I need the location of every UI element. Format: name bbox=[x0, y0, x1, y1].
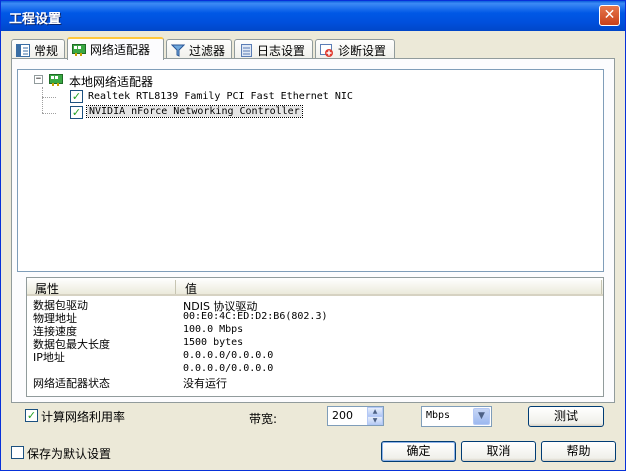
stepper-down-icon[interactable]: ▼ bbox=[367, 416, 383, 425]
test-button[interactable]: 测试 bbox=[528, 406, 604, 427]
bandwidth-unit-select[interactable]: Mbps ▼ bbox=[421, 406, 492, 427]
network-adapter-icon bbox=[49, 73, 65, 89]
general-icon bbox=[16, 44, 30, 57]
property-value-header[interactable]: 值 bbox=[185, 280, 197, 297]
tab-filter[interactable]: 过滤器 bbox=[166, 39, 232, 59]
save-default-label[interactable]: 保存为默认设置 bbox=[27, 445, 111, 462]
project-settings-dialog: 工程设置 ✕ 常规 网络适配器 过滤器 日志设置 诊断设置 − 本地网络适配器 … bbox=[0, 0, 626, 471]
property-value: 100.0 Mbps bbox=[183, 324, 244, 335]
property-name-header[interactable]: 属性 bbox=[35, 280, 59, 297]
diagnosis-icon bbox=[320, 44, 334, 57]
log-icon bbox=[239, 44, 253, 57]
tree-item[interactable]: ✓ Realtek RTL8139 Family PCI Fast Ethern… bbox=[70, 89, 490, 105]
property-name: IP地址 bbox=[33, 351, 65, 364]
tree-connector bbox=[42, 97, 56, 98]
column-separator[interactable] bbox=[175, 280, 176, 294]
property-value: 1500 bytes bbox=[183, 337, 244, 348]
adapter-label-selected: NVIDIA nForce Networking Controller bbox=[86, 105, 303, 118]
collapse-icon[interactable]: − bbox=[34, 75, 43, 84]
property-value: 0.0.0.0/0.0.0.0 bbox=[183, 363, 274, 374]
bandwidth-stepper[interactable]: 200 ▲ ▼ bbox=[327, 406, 384, 426]
filter-icon bbox=[170, 44, 186, 57]
properties-header: 属性 值 bbox=[27, 278, 603, 296]
calc-utilization-checkbox[interactable]: ✓ bbox=[25, 409, 38, 422]
tab-log-settings-label: 日志设置 bbox=[257, 44, 306, 58]
properties-list: 属性 值 数据包驱动 NDIS 协议驱动 物理地址 00:E0:4C:ED:D2… bbox=[26, 277, 604, 397]
save-default-checkbox[interactable] bbox=[11, 446, 24, 459]
property-value: 没有运行 bbox=[183, 377, 227, 390]
network-adapter-icon bbox=[72, 43, 86, 56]
tab-log-settings[interactable]: 日志设置 bbox=[234, 39, 313, 59]
tab-network-adapter[interactable]: 网络适配器 bbox=[67, 37, 164, 60]
tab-filter-label: 过滤器 bbox=[189, 44, 226, 58]
close-icon: ✕ bbox=[603, 7, 616, 23]
tree-connector bbox=[42, 87, 43, 113]
adapter-checkbox[interactable]: ✓ bbox=[70, 90, 83, 103]
adapter-label: Realtek RTL8139 Family PCI Fast Ethernet… bbox=[88, 91, 353, 102]
tree-root-label: 本地网络适配器 bbox=[69, 75, 154, 89]
tab-general-label: 常规 bbox=[34, 44, 59, 58]
tree-connector bbox=[42, 113, 56, 114]
tab-network-adapter-label: 网络适配器 bbox=[90, 43, 151, 57]
cancel-button[interactable]: 取消 bbox=[461, 441, 536, 462]
tab-general[interactable]: 常规 bbox=[11, 39, 65, 59]
bandwidth-value[interactable]: 200 bbox=[332, 409, 353, 422]
tab-diagnosis-settings[interactable]: 诊断设置 bbox=[315, 39, 395, 59]
property-value: 00:E0:4C:ED:D2:B6(802.3) bbox=[183, 311, 328, 322]
tab-diagnosis-settings-label: 诊断设置 bbox=[338, 44, 387, 58]
help-button[interactable]: 帮助 bbox=[541, 441, 616, 462]
property-name: 网络适配器状态 bbox=[33, 377, 110, 390]
adapter-tree[interactable]: − 本地网络适配器 ✓ Realtek RTL8139 Family PCI F… bbox=[17, 69, 604, 272]
adapter-checkbox[interactable]: ✓ bbox=[70, 106, 83, 119]
tree-item[interactable]: ✓ NVIDIA nForce Networking Controller bbox=[70, 105, 490, 121]
ok-button[interactable]: 确定 bbox=[381, 441, 456, 462]
calc-utilization-label[interactable]: 计算网络利用率 bbox=[41, 408, 125, 425]
title-bar: 工程设置 ✕ bbox=[1, 1, 625, 31]
column-separator bbox=[601, 280, 602, 294]
stepper-buttons: ▲ ▼ bbox=[367, 407, 383, 425]
property-value: 0.0.0.0/0.0.0.0 bbox=[183, 350, 274, 361]
close-button[interactable]: ✕ bbox=[599, 5, 620, 26]
bandwidth-label: 带宽: bbox=[249, 412, 278, 426]
chevron-down-icon[interactable]: ▼ bbox=[473, 408, 490, 425]
stepper-up-icon[interactable]: ▲ bbox=[367, 407, 383, 416]
window-title: 工程设置 bbox=[9, 12, 62, 27]
bandwidth-unit-value: Mbps bbox=[426, 410, 451, 421]
